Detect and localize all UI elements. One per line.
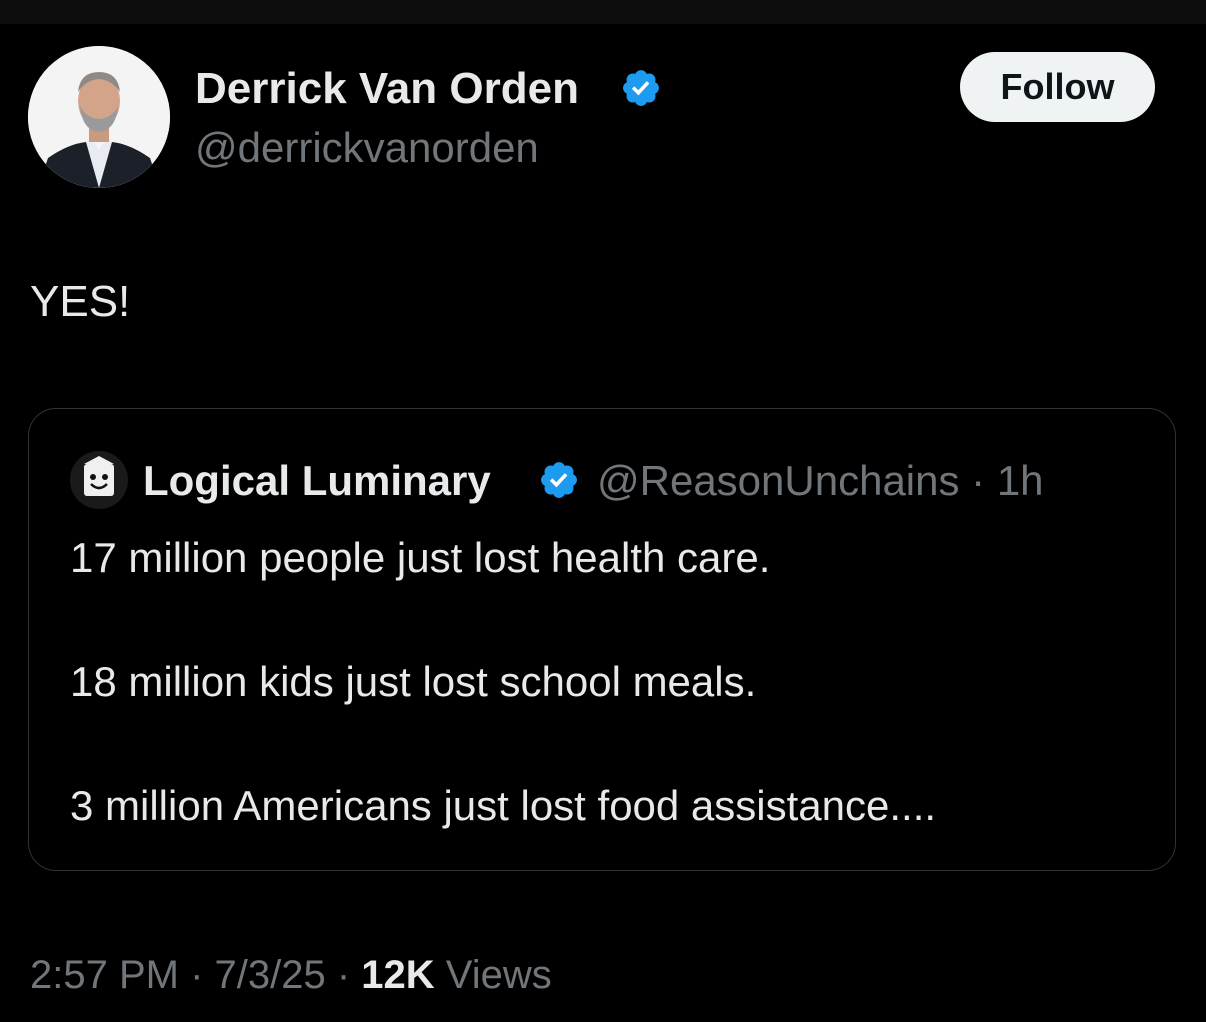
tweet-page: Derrick Van Orden @derrickvanorden Follo… (0, 0, 1206, 1022)
quoted-text-line: 18 million kids just lost school meals. (70, 658, 757, 705)
quoted-author-avatar[interactable] (70, 451, 128, 509)
author-avatar[interactable] (28, 46, 170, 188)
views-count: 12K (361, 953, 435, 997)
quoted-author-handle[interactable]: @ReasonUnchains (597, 457, 960, 504)
views-label: Views (434, 953, 552, 997)
tweet-date[interactable]: 7/3/25 (215, 953, 326, 997)
author-handle[interactable]: @derrickvanorden (195, 122, 539, 174)
author-name[interactable]: Derrick Van Orden (195, 62, 579, 116)
footer-separator: · (178, 953, 215, 997)
meta-separator: · (959, 457, 997, 504)
verified-badge-icon (541, 462, 577, 498)
footer-separator: · (325, 953, 362, 997)
top-strip (0, 0, 1206, 24)
tweet-footer: 2:57 PM · 7/3/25 · 12K Views (30, 950, 552, 1000)
quoted-author-name[interactable]: Logical Luminary (143, 455, 491, 507)
verified-badge-icon (623, 70, 659, 106)
tweet-time[interactable]: 2:57 PM (30, 953, 179, 997)
quoted-meta: @ReasonUnchains · 1h (597, 455, 1044, 507)
quoted-text-line: 17 million people just lost health care. (70, 534, 771, 581)
quoted-text-line: 3 million Americans just lost food assis… (70, 782, 937, 829)
tweet-text: YES! (30, 277, 131, 326)
follow-button[interactable]: Follow (960, 52, 1155, 122)
quoted-timestamp[interactable]: 1h (997, 457, 1044, 504)
